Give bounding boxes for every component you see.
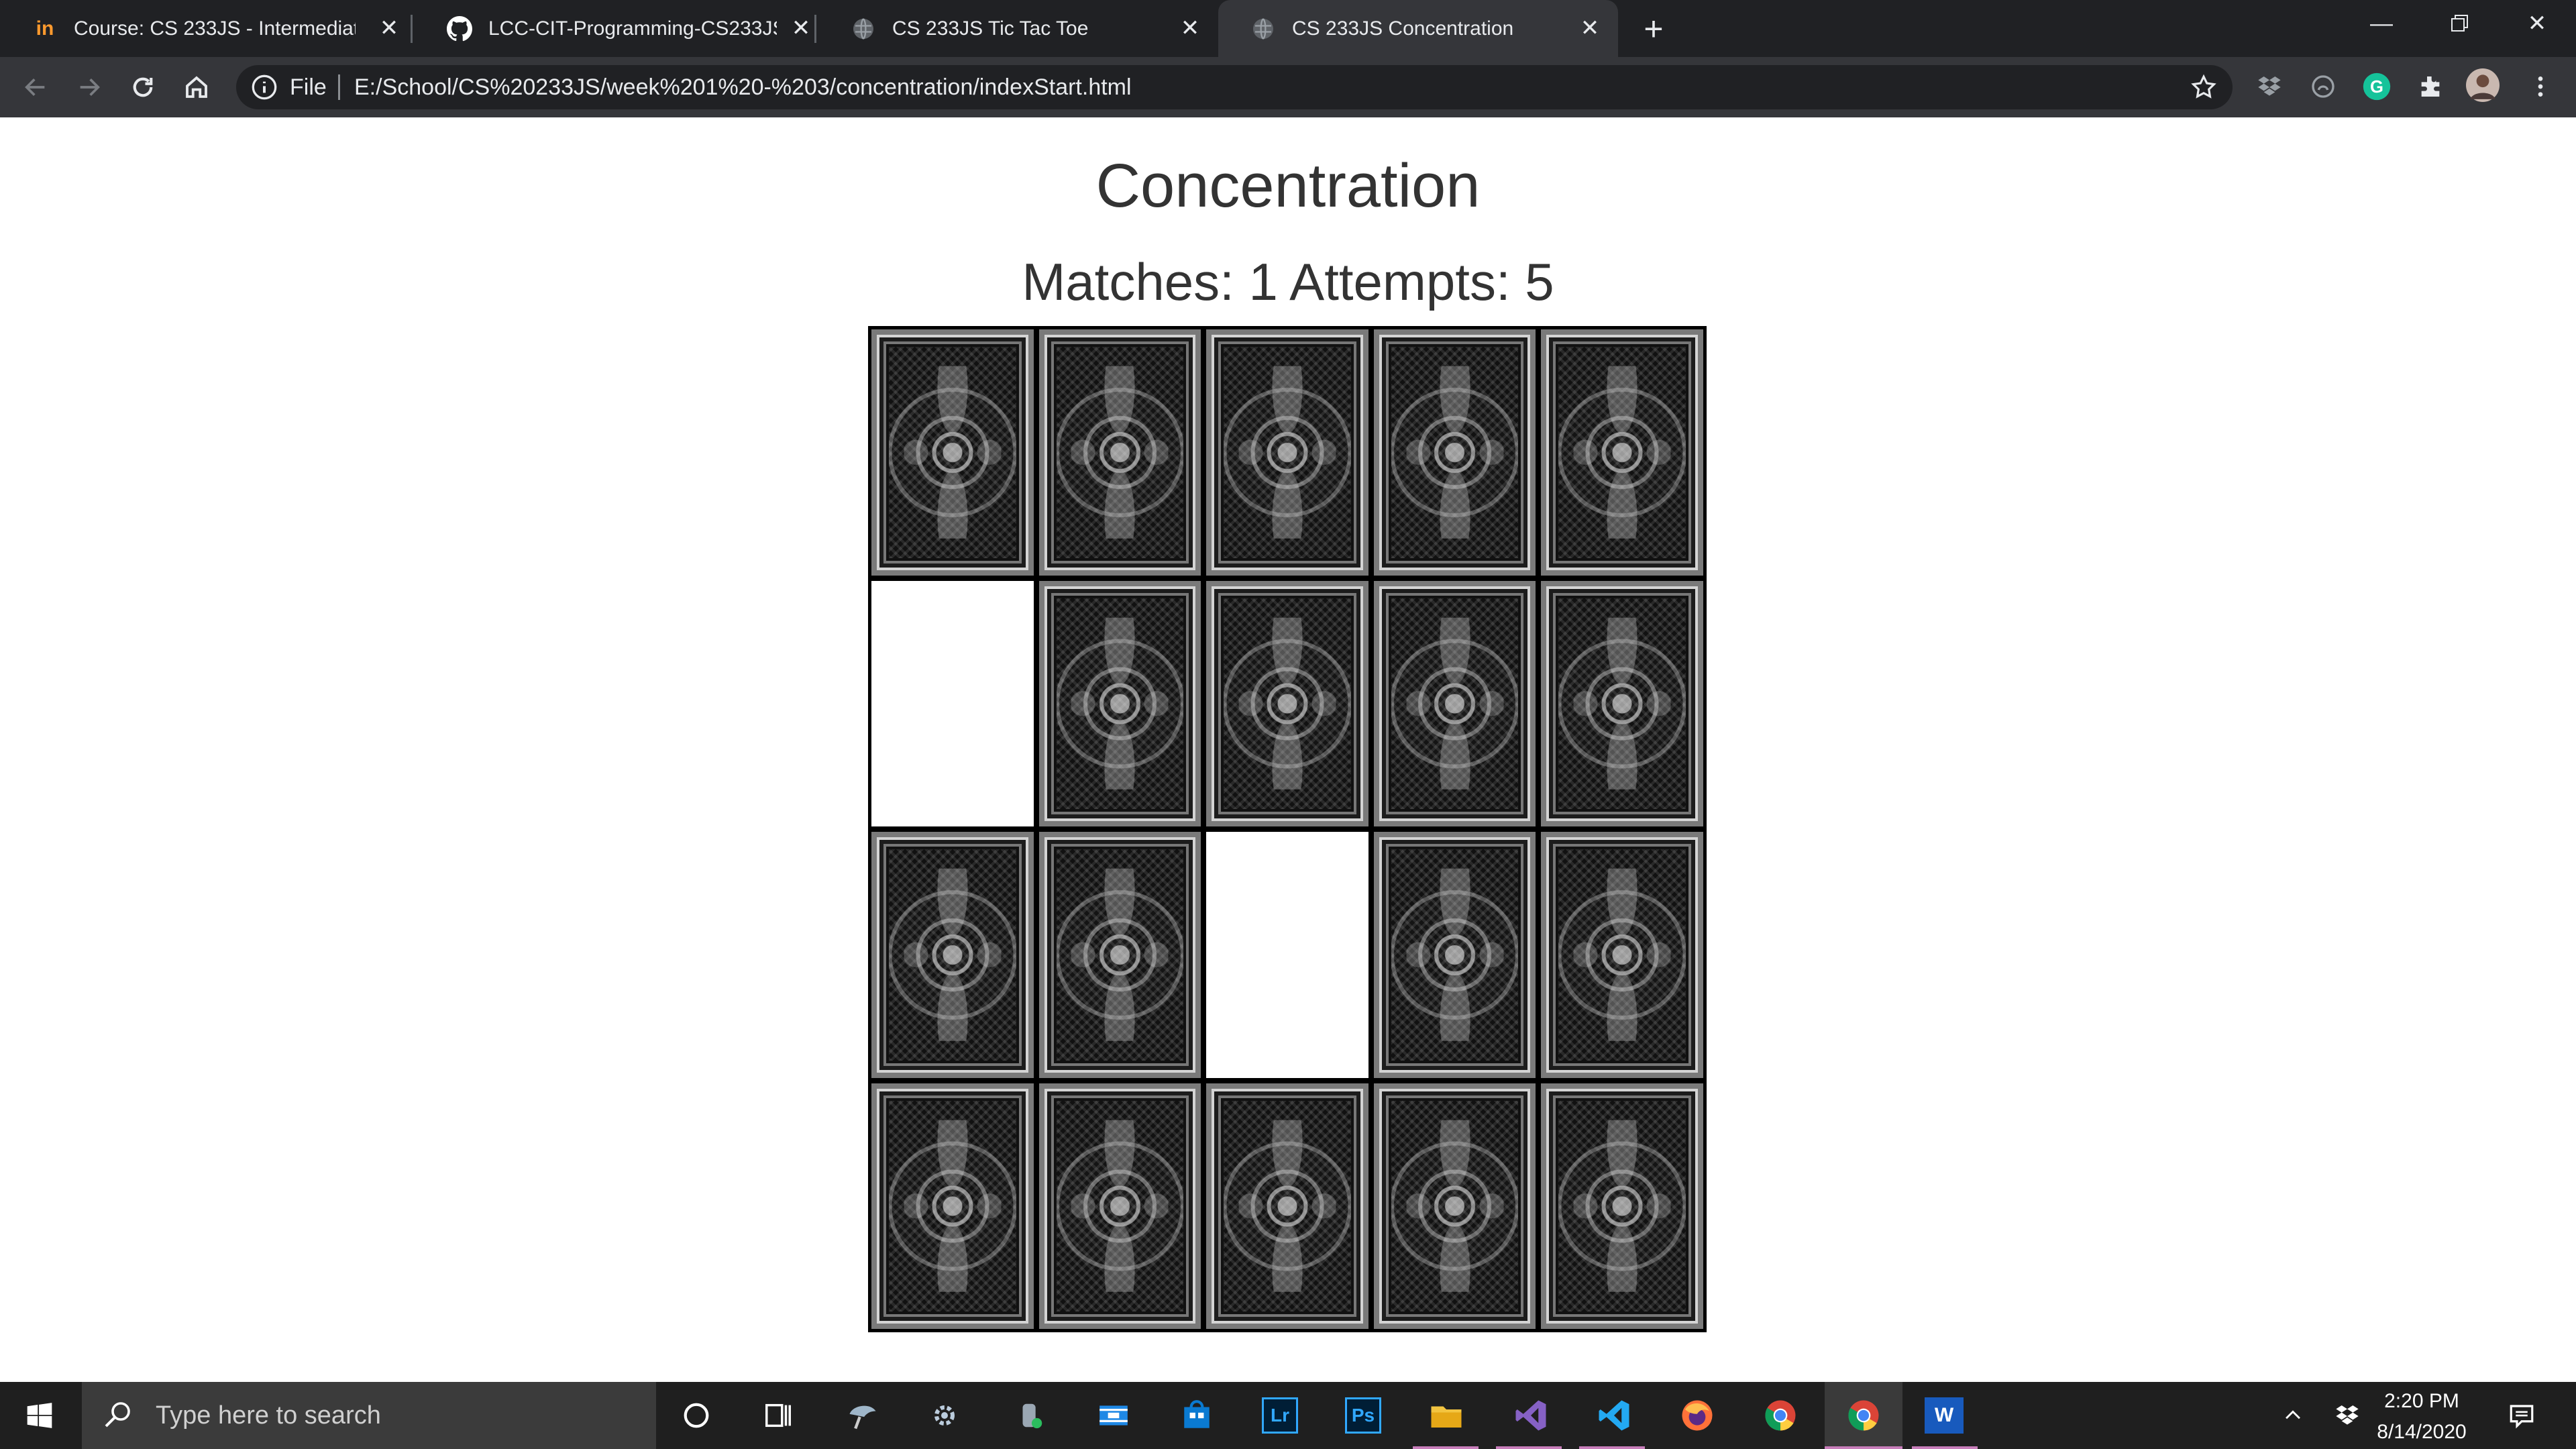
- close-tab-icon[interactable]: ✕: [1177, 15, 1203, 42]
- card-back[interactable]: [1206, 580, 1368, 826]
- tab-title: CS 233JS Tic Tac Toe: [892, 17, 1089, 40]
- search-placeholder: Type here to search: [156, 1401, 381, 1430]
- close-tab-icon[interactable]: ✕: [376, 15, 402, 42]
- photoshop-icon[interactable]: Ps: [1342, 1394, 1385, 1437]
- card-back[interactable]: [1541, 580, 1703, 826]
- reload-button[interactable]: [123, 68, 162, 107]
- close-tab-icon[interactable]: ✕: [788, 15, 814, 42]
- app-icon[interactable]: [841, 1394, 884, 1437]
- card-back[interactable]: [1373, 580, 1536, 826]
- minimize-button[interactable]: —: [2355, 7, 2408, 40]
- card-back[interactable]: [871, 832, 1034, 1078]
- matched-empty-cell: [871, 580, 1034, 826]
- lightroom-label: Lr: [1262, 1397, 1298, 1434]
- svg-text:G: G: [2370, 78, 2383, 97]
- clock[interactable]: 2:20 PM 8/14/2020: [2375, 1382, 2469, 1449]
- running-indicator: [1579, 1446, 1645, 1449]
- tab-strip: in Course: CS 233JS - Intermediate P ✕ L…: [0, 0, 2576, 57]
- avatar[interactable]: [2466, 68, 2500, 102]
- taskbar: Type here to search Lr Ps W 2:20 PM 8/14…: [0, 1382, 2576, 1449]
- notifications-icon[interactable]: [2498, 1382, 2545, 1449]
- word-icon[interactable]: W: [1923, 1394, 1966, 1437]
- card-back[interactable]: [1038, 580, 1201, 826]
- taskbar-search[interactable]: Type here to search: [82, 1382, 656, 1449]
- card-back[interactable]: [1541, 1083, 1703, 1329]
- running-indicator: [1496, 1446, 1562, 1449]
- forward-button[interactable]: [70, 68, 109, 107]
- info-icon[interactable]: [251, 74, 278, 101]
- card-back[interactable]: [1038, 329, 1201, 576]
- card-back[interactable]: [1038, 832, 1201, 1078]
- cortana-icon[interactable]: [675, 1394, 718, 1437]
- tab-course[interactable]: in Course: CS 233JS - Intermediate P ✕: [0, 0, 401, 57]
- bookmark-star-icon[interactable]: [2190, 73, 2218, 101]
- tab-title: Course: CS 233JS - Intermediate P: [74, 17, 356, 40]
- divider: [338, 74, 340, 100]
- tab-concentration[interactable]: CS 233JS Concentration ✕: [1218, 0, 1618, 57]
- url-text[interactable]: E:/School/CS%20233JS/week%201%20-%203/co…: [354, 65, 1132, 109]
- running-indicator: [1413, 1446, 1479, 1449]
- globe-icon: [1250, 16, 1276, 42]
- app-icon[interactable]: [1009, 1394, 1052, 1437]
- task-view-icon[interactable]: [757, 1394, 800, 1437]
- tab-title: CS 233JS Concentration: [1292, 17, 1514, 40]
- globe-icon: [851, 16, 876, 42]
- matched-empty-cell: [1206, 832, 1368, 1078]
- grammarly-icon[interactable]: G: [2360, 70, 2394, 103]
- extensions-puzzle-icon[interactable]: [2414, 70, 2447, 103]
- store-icon[interactable]: [1175, 1394, 1218, 1437]
- dropbox-icon[interactable]: [2253, 70, 2286, 103]
- github-icon: [447, 16, 472, 42]
- tab-github[interactable]: LCC-CIT-Programming-CS233JS/ ✕: [415, 0, 816, 57]
- chrome-icon[interactable]: [1759, 1394, 1802, 1437]
- tab-separator: [411, 15, 413, 43]
- address-bar[interactable]: File E:/School/CS%20233JS/week%201%20-%2…: [236, 65, 2233, 109]
- dropbox-tray-icon[interactable]: [2324, 1382, 2371, 1449]
- search-icon: [102, 1399, 134, 1432]
- lightroom-icon[interactable]: Lr: [1258, 1394, 1301, 1437]
- visual-studio-icon[interactable]: [1509, 1394, 1552, 1437]
- photoshop-label: Ps: [1345, 1397, 1381, 1434]
- clock-time: 2:20 PM: [2384, 1390, 2459, 1412]
- scheme-label: File: [290, 74, 327, 100]
- card-back[interactable]: [1206, 1083, 1368, 1329]
- card-back[interactable]: [871, 329, 1034, 576]
- card-back[interactable]: [1373, 832, 1536, 1078]
- game-board: [868, 326, 1707, 1332]
- card-back[interactable]: [1206, 329, 1368, 576]
- card-back[interactable]: [871, 1083, 1034, 1329]
- firefox-icon[interactable]: [1676, 1394, 1719, 1437]
- new-tab-button[interactable]: +: [1637, 10, 1670, 48]
- file-explorer-icon[interactable]: [1425, 1394, 1468, 1437]
- score-status: Matches: 1 Attempts: 5: [1022, 252, 1554, 311]
- back-button[interactable]: [16, 68, 55, 107]
- vscode-icon[interactable]: [1593, 1394, 1635, 1437]
- menu-icon[interactable]: [2524, 70, 2557, 103]
- close-window-button[interactable]: ✕: [2510, 7, 2564, 40]
- film-icon[interactable]: [1092, 1394, 1135, 1437]
- running-indicator: [1912, 1446, 1978, 1449]
- extension-icon[interactable]: [2306, 70, 2340, 103]
- show-hidden-icons-icon[interactable]: [2273, 1382, 2313, 1449]
- tab-separator: [814, 15, 816, 43]
- chrome-icon[interactable]: [1842, 1394, 1885, 1437]
- tab-tic-tac-toe[interactable]: CS 233JS Tic Tac Toe ✕: [818, 0, 1220, 57]
- home-button[interactable]: [177, 68, 216, 107]
- card-back[interactable]: [1373, 1083, 1536, 1329]
- toolbar: File E:/School/CS%20233JS/week%201%20-%2…: [0, 57, 2576, 117]
- card-back[interactable]: [1541, 329, 1703, 576]
- close-tab-icon[interactable]: ✕: [1576, 15, 1603, 42]
- card-back[interactable]: [1038, 1083, 1201, 1329]
- page-title: Concentration: [1095, 152, 1481, 220]
- clock-date: 8/14/2020: [2377, 1421, 2467, 1443]
- tab-title: LCC-CIT-Programming-CS233JS/: [488, 17, 777, 40]
- card-back[interactable]: [1373, 329, 1536, 576]
- card-back[interactable]: [1541, 832, 1703, 1078]
- start-button[interactable]: [0, 1382, 79, 1449]
- settings-icon[interactable]: [923, 1394, 966, 1437]
- in-logo-icon: in: [36, 17, 54, 40]
- running-indicator: [1825, 1446, 1902, 1449]
- restore-button[interactable]: [2432, 7, 2486, 40]
- word-label: W: [1925, 1397, 1964, 1434]
